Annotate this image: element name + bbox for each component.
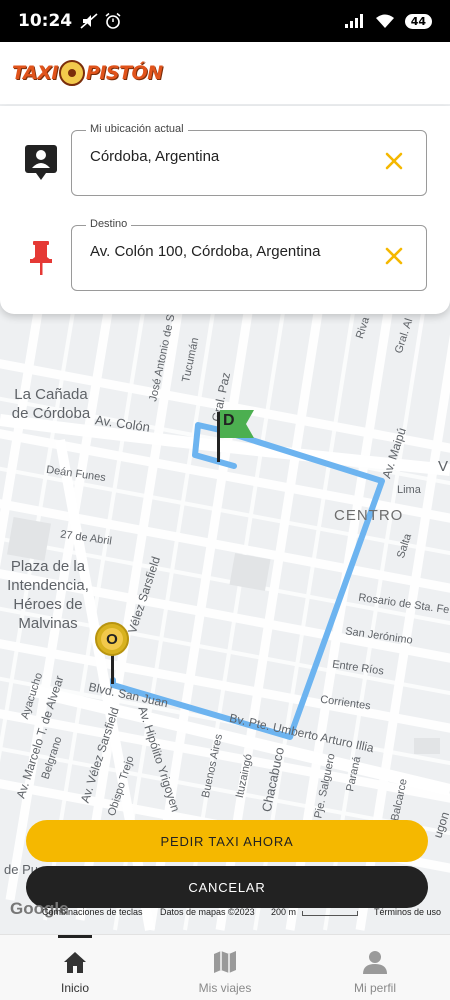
origin-field[interactable]: Mi ubicación actual Córdoba, Argentina (71, 123, 427, 196)
map-data-text: Datos de mapas ©2023 (160, 907, 255, 917)
origin-row: Mi ubicación actual Córdoba, Argentina (0, 123, 450, 200)
destination-row: Destino Av. Colón 100, Córdoba, Argentin… (0, 218, 450, 295)
mute-icon (80, 13, 98, 29)
person-icon (363, 951, 387, 974)
nav-item-mis-viajes[interactable]: Mis viajes (175, 935, 275, 1000)
nav-label: Mi perfil (353, 981, 396, 995)
keyboard-shortcuts-link[interactable]: Combinaciones de teclas (42, 907, 143, 917)
destination-field-label: Destino (86, 218, 132, 230)
origin-field-label: Mi ubicación actual (86, 123, 188, 135)
cancel-label: CANCELAR (188, 879, 266, 895)
destination-field-value[interactable]: Av. Colón 100, Córdoba, Argentina (90, 243, 320, 260)
app-logo: TAXI PISTÓN (12, 60, 163, 86)
active-tab-indicator (58, 935, 92, 938)
scale-bar (302, 911, 358, 916)
alarm-icon (105, 12, 121, 29)
status-time: 10:24 (18, 11, 73, 31)
request-taxi-label: PEDIR TAXI AHORA (160, 833, 294, 849)
home-icon (64, 952, 86, 973)
wifi-icon (375, 14, 394, 28)
origin-marker[interactable]: O (95, 622, 129, 686)
status-bar: 10:24 44 (0, 0, 450, 42)
logo-icon (58, 60, 85, 86)
terms-link[interactable]: Términos de uso (374, 907, 441, 917)
clear-destination-icon[interactable] (382, 244, 406, 268)
app-root: La Cañada de Córdoba Plaza de la Intende… (0, 0, 450, 1000)
map-attribution: Google Combinaciones de teclas Datos de … (0, 899, 450, 924)
map-icon (214, 951, 236, 973)
destination-marker-letter: D (223, 412, 235, 429)
street-label: V (438, 458, 449, 475)
origin-field-value[interactable]: Córdoba, Argentina (90, 148, 219, 165)
nav-label: Inicio (60, 981, 89, 995)
pushpin-icon (30, 241, 52, 275)
logo-text-left: TAXI (12, 62, 58, 84)
request-taxi-button[interactable]: PEDIR TAXI AHORA (26, 820, 428, 862)
route-input-card: Mi ubicación actual Córdoba, Argentina D… (0, 106, 450, 314)
destination-field[interactable]: Destino Av. Colón 100, Córdoba, Argentin… (71, 218, 427, 291)
scale-text: 200 m (271, 907, 297, 917)
place-label: Plaza de la Intendencia, Héroes de Malvi… (7, 558, 89, 632)
clear-origin-icon[interactable] (382, 149, 406, 173)
street-label: Lima (397, 484, 421, 496)
app-header: TAXI PISTÓN (0, 42, 450, 104)
destination-marker[interactable]: D (214, 408, 256, 464)
place-label: La Cañada de Córdoba (11, 386, 91, 422)
nav-item-inicio[interactable]: Inicio (25, 935, 125, 1000)
bottom-navigation: Inicio Mis viajes Mi perfil (0, 934, 450, 1000)
battery-icon: 44 (404, 13, 432, 29)
origin-marker-letter: O (101, 628, 123, 650)
nav-label: Mis viajes (198, 981, 252, 995)
signal-icon (344, 14, 363, 28)
location-person-icon (25, 145, 57, 180)
place-label-centro: CENTRO (334, 507, 404, 524)
nav-item-mi-perfil[interactable]: Mi perfil (325, 935, 425, 1000)
logo-text-right: PISTÓN (85, 62, 163, 84)
